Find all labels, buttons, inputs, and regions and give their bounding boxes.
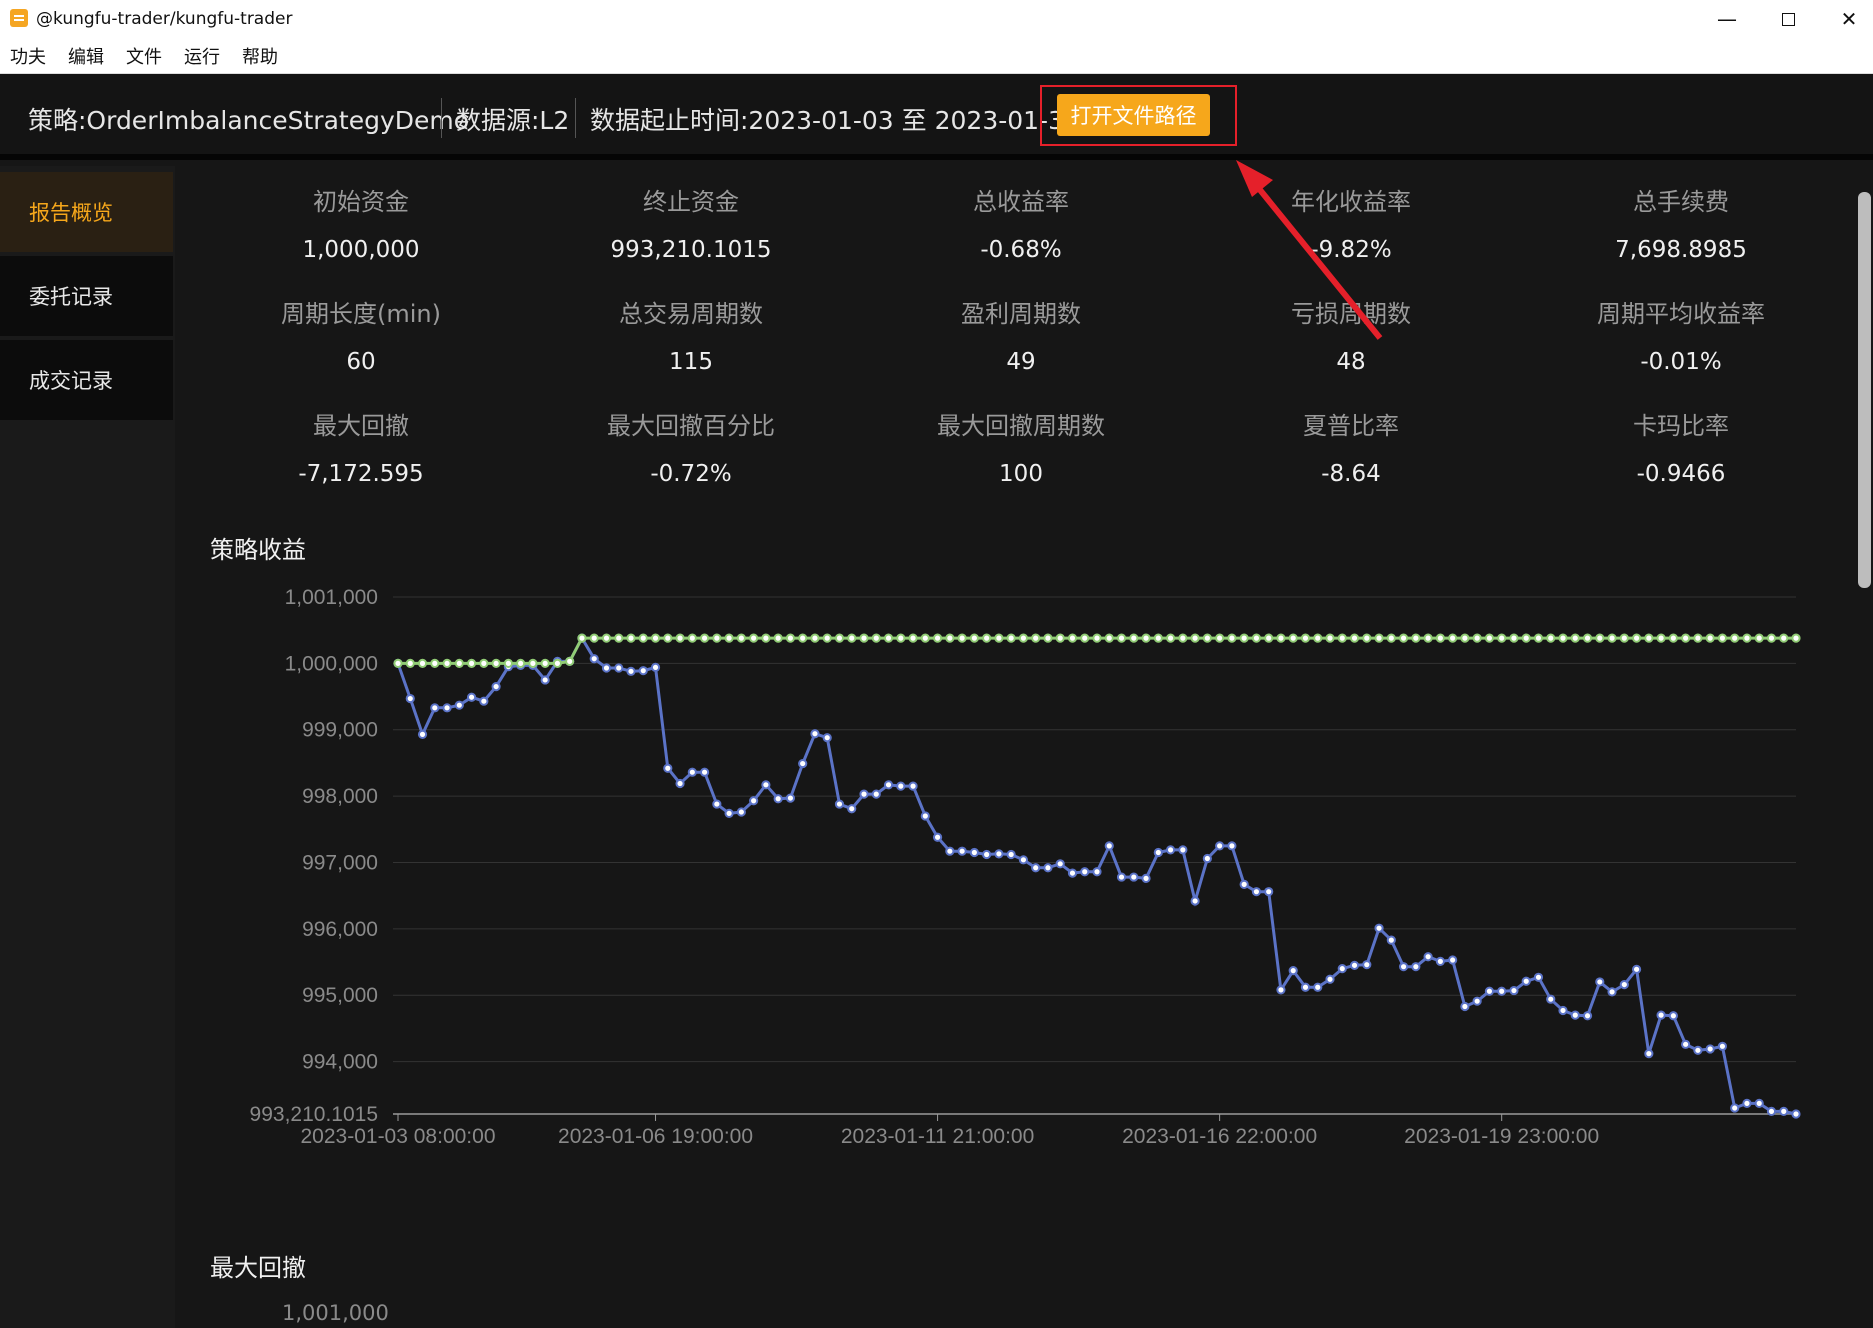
minimize-icon: — bbox=[1717, 7, 1737, 31]
annotation-highlight-box bbox=[1040, 85, 1237, 146]
sidebar-item-report-overview[interactable]: 报告概览 bbox=[0, 172, 173, 252]
maximize-button[interactable] bbox=[1759, 0, 1817, 38]
drawdown-y-tick: 1,001,000 bbox=[282, 1301, 389, 1325]
strategy-name: 策略:OrderImbalanceStrategyDemo bbox=[28, 106, 470, 135]
menu-help[interactable]: 帮助 bbox=[242, 43, 278, 69]
menu-edit[interactable]: 编辑 bbox=[68, 43, 104, 69]
stat-label: 总交易周期数 bbox=[619, 300, 763, 328]
stat-value: -0.68% bbox=[980, 237, 1062, 263]
stat-label: 最大回撤 bbox=[313, 412, 409, 440]
stat-value: 993,210.1015 bbox=[610, 237, 772, 263]
stat-item: 年化收益率 -9.82% bbox=[1186, 182, 1516, 263]
stat-value: -8.64 bbox=[1321, 461, 1381, 487]
close-icon: ✕ bbox=[1840, 7, 1858, 31]
stat-label: 卡玛比率 bbox=[1633, 412, 1729, 440]
stat-value: 7,698.8985 bbox=[1615, 237, 1747, 263]
menu-run[interactable]: 运行 bbox=[184, 43, 220, 69]
report-header: 策略:OrderImbalanceStrategyDemo 数据源:L2 数据起… bbox=[0, 74, 1873, 160]
stat-item: 总手续费 7,698.8985 bbox=[1516, 182, 1846, 263]
maximize-icon bbox=[1781, 12, 1795, 26]
stat-item: 卡玛比率 -0.9466 bbox=[1516, 406, 1846, 487]
stat-item: 终止资金 993,210.1015 bbox=[526, 182, 856, 263]
stat-item: 夏普比率 -8.64 bbox=[1186, 406, 1516, 487]
stat-value: 48 bbox=[1336, 349, 1366, 375]
stat-item: 最大回撤百分比 -0.72% bbox=[526, 406, 856, 487]
stat-label: 周期长度(min) bbox=[281, 300, 441, 328]
stat-item: 周期平均收益率 -0.01% bbox=[1516, 294, 1846, 375]
sidebar: 报告概览 委托记录 成交记录 bbox=[0, 166, 175, 1328]
stat-label: 夏普比率 bbox=[1303, 412, 1399, 440]
stat-label: 年化收益率 bbox=[1291, 188, 1411, 216]
menu-kungfu[interactable]: 功夫 bbox=[10, 43, 46, 69]
stat-label: 终止资金 bbox=[643, 188, 739, 216]
stat-value: -9.82% bbox=[1310, 237, 1392, 263]
stat-item: 盈利周期数 49 bbox=[856, 294, 1186, 375]
stat-value: 60 bbox=[346, 349, 376, 375]
stat-value: 49 bbox=[1006, 349, 1036, 375]
stat-item: 最大回撤周期数 100 bbox=[856, 406, 1186, 487]
sidebar-item-order-records[interactable]: 委托记录 bbox=[0, 256, 173, 336]
stat-value: -0.9466 bbox=[1636, 461, 1726, 487]
data-date-range: 数据起止时间:2023-01-03 至 2023-01-31 bbox=[590, 106, 1080, 135]
title-bar: @kungfu-trader/kungfu-trader — ✕ bbox=[0, 0, 1873, 38]
header-divider bbox=[441, 98, 442, 138]
stat-value: -0.01% bbox=[1640, 349, 1722, 375]
stat-label: 盈利周期数 bbox=[961, 300, 1081, 328]
stat-label: 最大回撤周期数 bbox=[937, 412, 1105, 440]
header-divider bbox=[575, 98, 576, 138]
stat-value: 115 bbox=[669, 349, 713, 375]
window-title: @kungfu-trader/kungfu-trader bbox=[36, 9, 293, 29]
minimize-button[interactable]: — bbox=[1698, 0, 1756, 38]
stat-label: 初始资金 bbox=[313, 188, 409, 216]
stat-item: 总交易周期数 115 bbox=[526, 294, 856, 375]
app-logo-icon bbox=[10, 9, 28, 27]
stat-value: -7,172.595 bbox=[298, 461, 424, 487]
stat-value: -0.72% bbox=[650, 461, 732, 487]
stat-item: 最大回撤 -7,172.595 bbox=[196, 406, 526, 487]
stat-label: 总手续费 bbox=[1633, 188, 1729, 216]
scrollbar-thumb[interactable] bbox=[1858, 192, 1871, 588]
stat-item: 周期长度(min) 60 bbox=[196, 294, 526, 375]
returns-section-title: 策略收益 bbox=[210, 536, 306, 564]
drawdown-section-title: 最大回撤 bbox=[210, 1254, 306, 1282]
stat-item: 亏损周期数 48 bbox=[1186, 294, 1516, 375]
data-source: 数据源:L2 bbox=[456, 106, 570, 135]
stat-label: 周期平均收益率 bbox=[1597, 300, 1765, 328]
stat-label: 最大回撤百分比 bbox=[607, 412, 775, 440]
stat-label: 总收益率 bbox=[973, 188, 1069, 216]
menu-file[interactable]: 文件 bbox=[126, 43, 162, 69]
sidebar-item-trade-records[interactable]: 成交记录 bbox=[0, 340, 173, 420]
stat-item: 初始资金 1,000,000 bbox=[196, 182, 526, 263]
close-button[interactable]: ✕ bbox=[1820, 0, 1873, 38]
stat-value: 1,000,000 bbox=[302, 237, 420, 263]
stat-item: 总收益率 -0.68% bbox=[856, 182, 1186, 263]
stat-label: 亏损周期数 bbox=[1291, 300, 1411, 328]
menu-bar: 功夫 编辑 文件 运行 帮助 bbox=[0, 38, 1873, 74]
stat-value: 100 bbox=[999, 461, 1043, 487]
